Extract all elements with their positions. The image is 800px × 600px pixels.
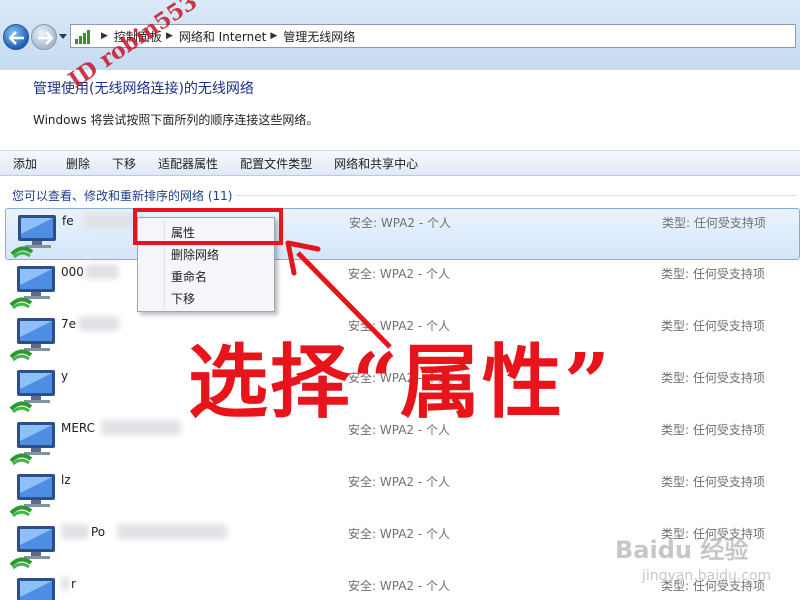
network-row[interactable]: fe 安全: WPA2 - 个人 类型: 任何受支持项 (5, 208, 800, 260)
redacted-name (61, 524, 89, 539)
wireless-network-icon (9, 266, 55, 309)
network-row[interactable]: 000 安全: WPA2 - 个人 类型: 任何受支持项 (5, 260, 800, 312)
wireless-network-icon (9, 526, 55, 569)
redacted-name (101, 420, 181, 435)
wireless-network-icon (9, 370, 55, 413)
menu-item-delete-network[interactable]: 删除网络 (171, 246, 219, 263)
network-name: 7e (61, 317, 77, 331)
callout-text: 选择“属性” (188, 335, 613, 429)
page-title: 管理使用(无线网络连接)的无线网络 (33, 81, 254, 97)
breadcrumb-network-internet[interactable]: 网络和 Internet (179, 28, 266, 45)
redacted-name (117, 524, 227, 539)
list-header: 您可以查看、修改和重新排序的网络 (11) (12, 189, 233, 203)
redacted-name (85, 264, 119, 279)
watermark-url: jingyan.baidu.com (642, 568, 772, 584)
forward-arrow-icon (38, 31, 53, 45)
network-type: 类型: 任何受支持项 (661, 267, 765, 281)
network-type: 类型: 任何受支持项 (661, 371, 765, 385)
network-security: 安全: WPA2 - 个人 (348, 527, 450, 541)
network-name: fe (62, 214, 74, 228)
adapter-properties-button[interactable]: 适配器属性 (145, 155, 227, 172)
network-security: 安全: WPA2 - 个人 (348, 579, 450, 593)
add-button[interactable]: 添加 (0, 155, 46, 172)
wireless-network-icon (9, 474, 55, 517)
network-name: MERC (61, 421, 96, 435)
back-button[interactable] (3, 24, 29, 50)
highlight-box (133, 208, 283, 245)
wireless-network-icon (17, 578, 55, 600)
wireless-network-icon (10, 215, 56, 258)
wireless-network-icon (9, 422, 55, 465)
network-type: 类型: 任何受支持项 (662, 216, 766, 230)
network-name: Po (91, 525, 106, 539)
network-sharing-center-button[interactable]: 网络和共享中心 (321, 155, 427, 172)
move-down-button[interactable]: 下移 (99, 155, 145, 172)
breadcrumb-manage-wireless[interactable]: 管理无线网络 (283, 28, 355, 45)
profile-type-button[interactable]: 配置文件类型 (227, 155, 321, 172)
network-type: 类型: 任何受支持项 (661, 319, 765, 333)
menu-item-move-down[interactable]: 下移 (171, 290, 195, 307)
network-row[interactable]: lz 安全: WPA2 - 个人 类型: 任何受支持项 (5, 468, 800, 520)
network-name: lz (61, 473, 71, 487)
page-subtitle: Windows 将尝试按照下面所列的顺序连接这些网络。 (33, 113, 319, 127)
network-name: r (71, 577, 76, 591)
history-dropdown-icon[interactable] (59, 34, 67, 40)
redacted-name (79, 316, 119, 331)
forward-button[interactable] (31, 24, 57, 50)
menu-item-rename[interactable]: 重命名 (171, 268, 207, 285)
toolbar: 添加 删除 下移 适配器属性 配置文件类型 网络和共享中心 (0, 150, 800, 176)
chevron-right-icon[interactable]: ▶ (101, 31, 108, 41)
baidu-logo: Baidu 经验 (615, 536, 749, 564)
network-type: 类型: 任何受支持项 (661, 475, 765, 489)
back-arrow-icon (9, 31, 24, 45)
network-type: 类型: 任何受支持项 (661, 423, 765, 437)
network-name: 000 (61, 265, 84, 279)
redacted-name (61, 576, 69, 591)
delete-button[interactable]: 删除 (46, 155, 99, 172)
network-bars-icon (75, 28, 93, 44)
network-name: y (61, 369, 69, 383)
chevron-right-icon[interactable]: ▶ (270, 31, 277, 41)
wireless-network-icon (9, 318, 55, 361)
network-security: 安全: WPA2 - 个人 (349, 216, 451, 230)
list-header-divider (236, 195, 796, 196)
address-box[interactable]: ▶ 控制面板 ▶ 网络和 Internet ▶ 管理无线网络 (70, 24, 796, 48)
network-security: 安全: WPA2 - 个人 (348, 475, 450, 489)
